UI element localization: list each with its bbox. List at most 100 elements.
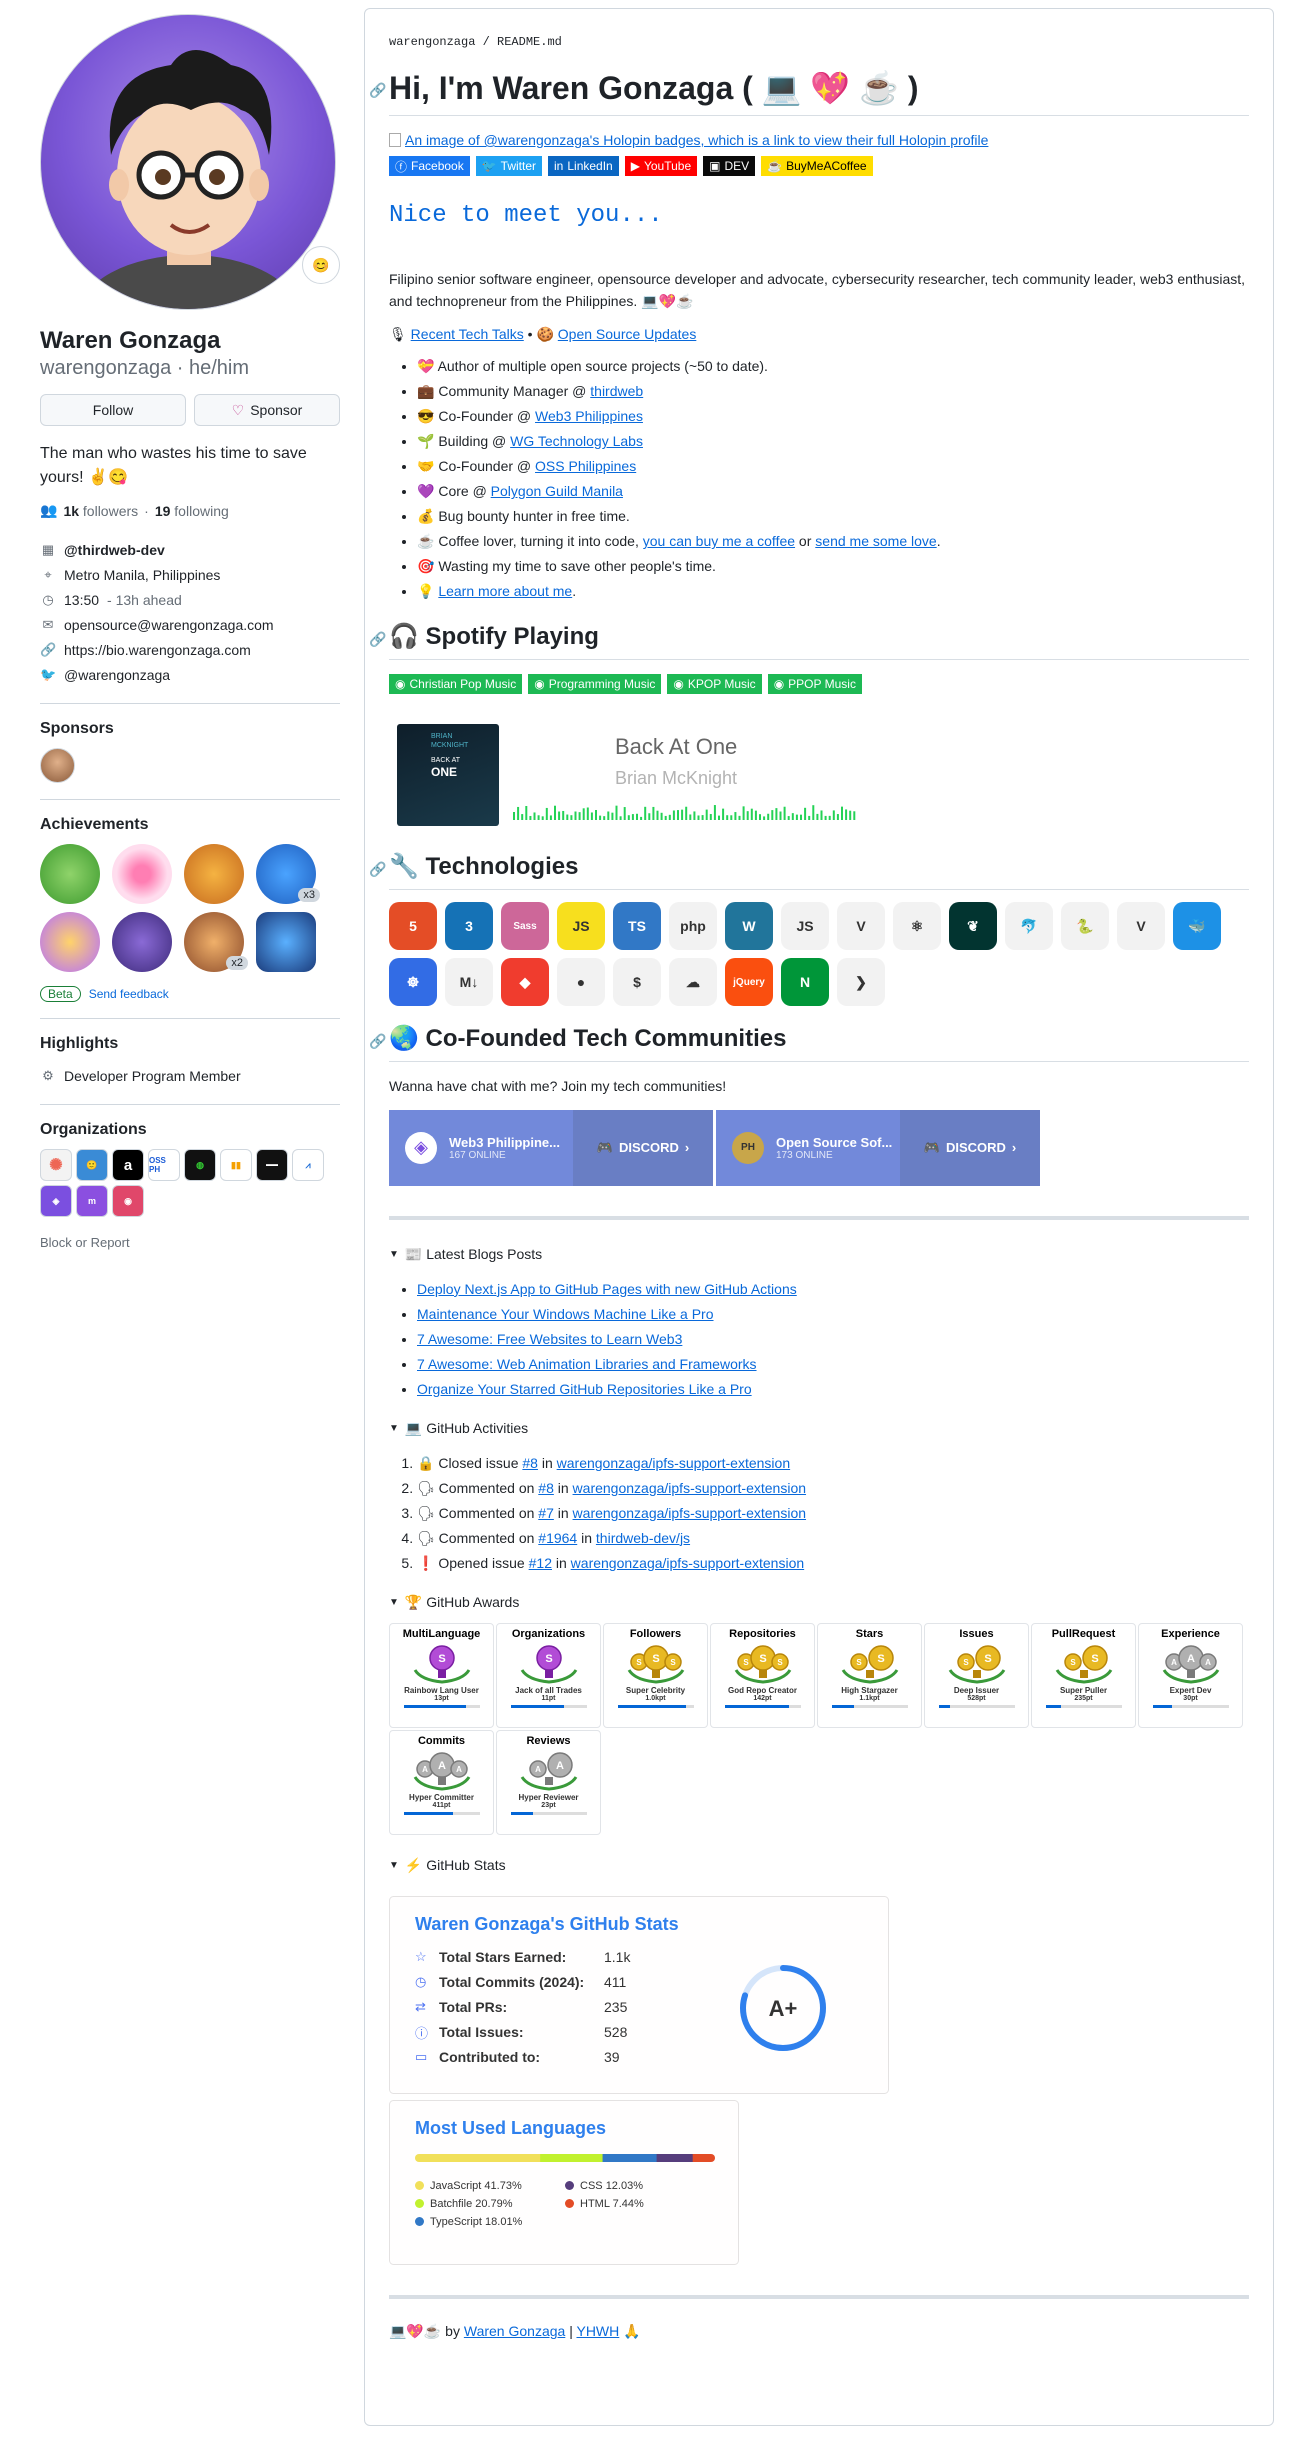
issue-link[interactable]: #1964 [538,1530,577,1546]
kubernetes-icon[interactable]: ☸ [389,958,437,1007]
blog-link[interactable]: Organize Your Starred GitHub Repositorie… [417,1381,752,1397]
spotify-badge[interactable]: ◉ KPOP Music [667,674,762,695]
oss-updates-link[interactable]: Open Source Updates [558,326,697,342]
buy-coffee-link[interactable]: you can buy me a coffee [643,533,795,549]
html5-icon[interactable]: 5 [389,902,437,951]
achievement-pull-shark[interactable]: x3 [256,844,320,904]
youtube-shield[interactable]: ▶ YouTube [624,156,698,176]
facebook-shield[interactable]: ⓕ Facebook [389,156,470,176]
repo-link[interactable]: warengonzaga/ipfs-support-extension [571,1555,804,1571]
stats-summary[interactable]: ▼ ⚡ GitHub Stats [389,1857,1249,1874]
achievement-heart-on-sleeve[interactable] [112,844,172,904]
org-avatar[interactable]: ▮▮ [220,1149,252,1181]
linkedin-shield[interactable]: in LinkedIn [548,156,619,176]
vue-icon[interactable]: V [837,902,885,951]
blog-link[interactable]: 7 Awesome: Web Animation Libraries and F… [417,1356,757,1372]
spotify-badge[interactable]: ◉ Christian Pop Music [389,674,523,695]
issue-link[interactable]: #8 [522,1455,538,1471]
org-avatar[interactable]: ▬▬ [256,1149,288,1181]
polygon-guild-link[interactable]: Polygon Guild Manila [491,483,623,499]
breadcrumb-file[interactable]: README.md [497,35,562,49]
jquery-icon[interactable]: jQuery [725,958,773,1007]
languages-card[interactable]: Most Used Languages JavaScript 41.73% CS… [389,2099,739,2265]
react-icon[interactable]: ⚛ [893,902,941,951]
wg-technology-labs-link[interactable]: WG Technology Labs [510,433,643,449]
cloudflare-icon[interactable]: ☁ [669,958,717,1007]
award-card[interactable]: Repositories S S S God Repo Creator 142pt [710,1622,815,1728]
git-icon[interactable]: ◆ [501,958,549,1007]
spotify-badge[interactable]: ◉ PPOP Music [767,674,862,695]
achievement-galaxy-brain[interactable] [112,912,172,972]
achievement-quickdraw[interactable]: x2 [184,912,248,972]
javascript-icon[interactable]: JS [557,902,605,951]
org-avatar[interactable]: ◍ [184,1149,216,1181]
typescript-icon[interactable]: TS [613,902,661,951]
achievement-arctic-code-vault[interactable] [256,912,316,972]
award-card[interactable]: MultiLanguage S Rainbow Lang User 13pt [389,1622,494,1728]
vscode-icon[interactable]: ❯ [837,958,885,1007]
oss-philippines-link[interactable]: OSS Philippines [535,458,636,474]
web3-philippines-link[interactable]: Web3 Philippines [535,408,643,424]
org-avatar[interactable]: OSS PH [148,1149,180,1181]
detail-email[interactable]: ✉ opensource@warengonzaga.com [40,612,340,637]
mongodb-icon[interactable]: ❦ [949,902,997,951]
breadcrumb-owner[interactable]: warengonzaga [389,35,475,49]
footer-yhwh-link[interactable]: YHWH [576,2323,619,2339]
award-card[interactable]: Commits A A A Hyper Committer 411pt [389,1729,494,1835]
repo-link[interactable]: warengonzaga/ipfs-support-extension [573,1505,806,1521]
award-card[interactable]: Stars SS High Stargazer 1.1kpt [817,1622,922,1728]
status-emoji[interactable]: 😊 [302,246,340,284]
block-report-link[interactable]: Block or Report [40,1235,340,1250]
org-avatar[interactable]: m [76,1185,108,1217]
learn-more-link[interactable]: Learn more about me [438,583,572,599]
org-avatar[interactable]: ◈ [40,1185,72,1217]
dev-shield[interactable]: ▣ DEV [703,156,756,176]
following-link[interactable]: 19 following [155,503,229,519]
docker-icon[interactable]: 🐳 [1173,902,1221,951]
org-avatar[interactable]: 🙂 [76,1149,108,1181]
anchor-link-icon[interactable]: 🔗 [369,860,386,877]
holopin-link[interactable]: An image of @warengonzaga's Holopin badg… [405,132,988,148]
aws-cli-icon[interactable]: $ [613,958,661,1007]
org-avatar[interactable]: ✺ [40,1149,72,1181]
send-love-link[interactable]: send me some love [815,533,936,549]
followers-link[interactable]: 1k followers [63,503,138,519]
nodejs-icon[interactable]: JS [781,902,829,951]
award-card[interactable]: PullRequest SS Super Puller 235pt [1031,1622,1136,1728]
wordpress-icon[interactable]: W [725,902,773,951]
sponsor-button[interactable]: ♡ Sponsor [194,394,340,426]
org-avatar[interactable]: a [112,1149,144,1181]
spotify-badge[interactable]: ◉ Programming Music [528,674,662,695]
send-feedback-link[interactable]: Send feedback [89,987,169,1001]
awards-grid[interactable]: MultiLanguage S Rainbow Lang User 13pt O… [389,1622,1249,1835]
nginx-icon[interactable]: N [781,958,829,1007]
anchor-link-icon[interactable]: 🔗 [369,630,386,647]
thirdweb-link[interactable]: thirdweb [590,383,643,399]
achievement-yolo[interactable] [40,912,100,972]
repo-link[interactable]: warengonzaga/ipfs-support-extension [557,1455,790,1471]
vim-icon[interactable]: V [1117,902,1165,951]
footer-author-link[interactable]: Waren Gonzaga [464,2323,565,2339]
issue-link[interactable]: #12 [529,1555,552,1571]
blog-link[interactable]: Deploy Next.js App to GitHub Pages with … [417,1281,797,1297]
achievement-pair-extraordinaire[interactable] [40,844,100,904]
award-card[interactable]: Organizations S Jack of all Trades 11pt [496,1622,601,1728]
activities-summary[interactable]: ▼ 💻 GitHub Activities [389,1420,1249,1437]
issue-link[interactable]: #7 [538,1505,554,1521]
sass-icon[interactable]: Sass [501,902,549,951]
mysql-icon[interactable]: 🐬 [1005,902,1053,951]
discord-widget-web3[interactable]: ◈ Web3 Philippine... 167 ONLINE 🎮 DISCORD › [389,1109,713,1186]
avatar[interactable] [40,14,336,310]
python-icon[interactable]: 🐍 [1061,902,1109,951]
anchor-link-icon[interactable]: 🔗 [369,1032,386,1049]
blog-link[interactable]: Maintenance Your Windows Machine Like a … [417,1306,714,1322]
sponsor-avatar[interactable] [40,748,75,783]
detail-website[interactable]: 🔗 https://bio.warengonzaga.com [40,637,340,662]
now-playing-card[interactable]: BRIAN MCKNIGHT BACK AT ONE Back At One B… [389,704,1249,834]
twitter-shield[interactable]: 🐦 Twitter [475,156,543,176]
css3-icon[interactable]: 3 [445,902,493,951]
blogs-summary[interactable]: ▼ 📰 Latest Blogs Posts [389,1246,1249,1263]
detail-twitter[interactable]: 🐦 @warengonzaga [40,662,340,687]
repo-link[interactable]: warengonzaga/ipfs-support-extension [573,1480,806,1496]
org-avatar[interactable]: ⩘ [292,1149,324,1181]
